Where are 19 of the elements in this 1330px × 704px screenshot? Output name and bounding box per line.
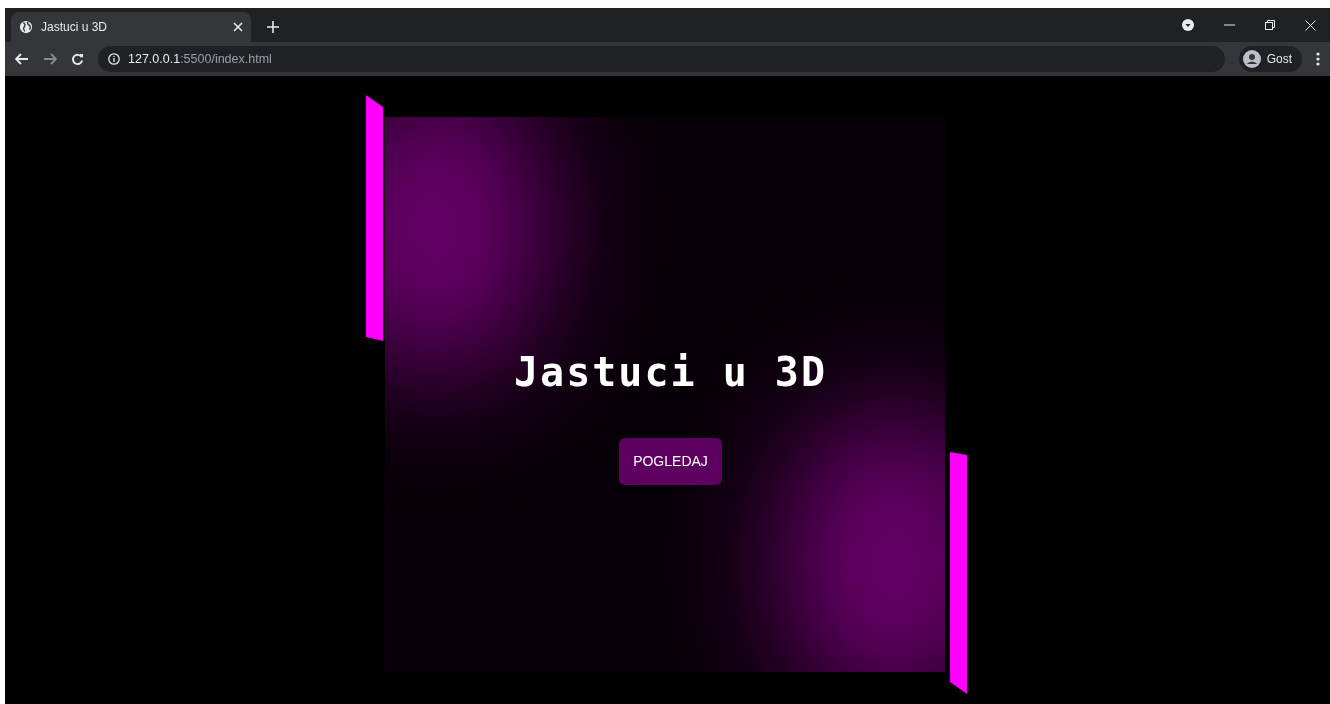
tab-title: Jastuci u 3D (41, 19, 109, 36)
tab-search-icon[interactable] (1182, 19, 1194, 31)
forward-arrow-icon[interactable] (43, 53, 57, 65)
new-tab-icon[interactable] (267, 21, 279, 33)
view-button[interactable]: POGLEDAJ (619, 437, 722, 485)
back-arrow-icon[interactable] (15, 53, 29, 65)
close-icon[interactable] (233, 22, 243, 32)
close-icon[interactable] (1305, 19, 1316, 31)
browser-tab[interactable]: Jastuci u 3D (11, 12, 251, 42)
globe-icon (19, 20, 33, 34)
profile-button[interactable]: Gost (1238, 46, 1302, 72)
page-heading: Jastuci u 3D (514, 347, 827, 397)
restore-icon[interactable] (1265, 20, 1275, 30)
address-bar[interactable]: 127.0.0.1:5500/index.html (98, 46, 1225, 72)
url-text: 127.0.0.1:5500/index.html (128, 50, 272, 68)
avatar-icon (1242, 50, 1261, 68)
reload-icon[interactable] (71, 52, 84, 66)
menu-icon[interactable] (1316, 52, 1320, 66)
info-icon (108, 53, 120, 65)
